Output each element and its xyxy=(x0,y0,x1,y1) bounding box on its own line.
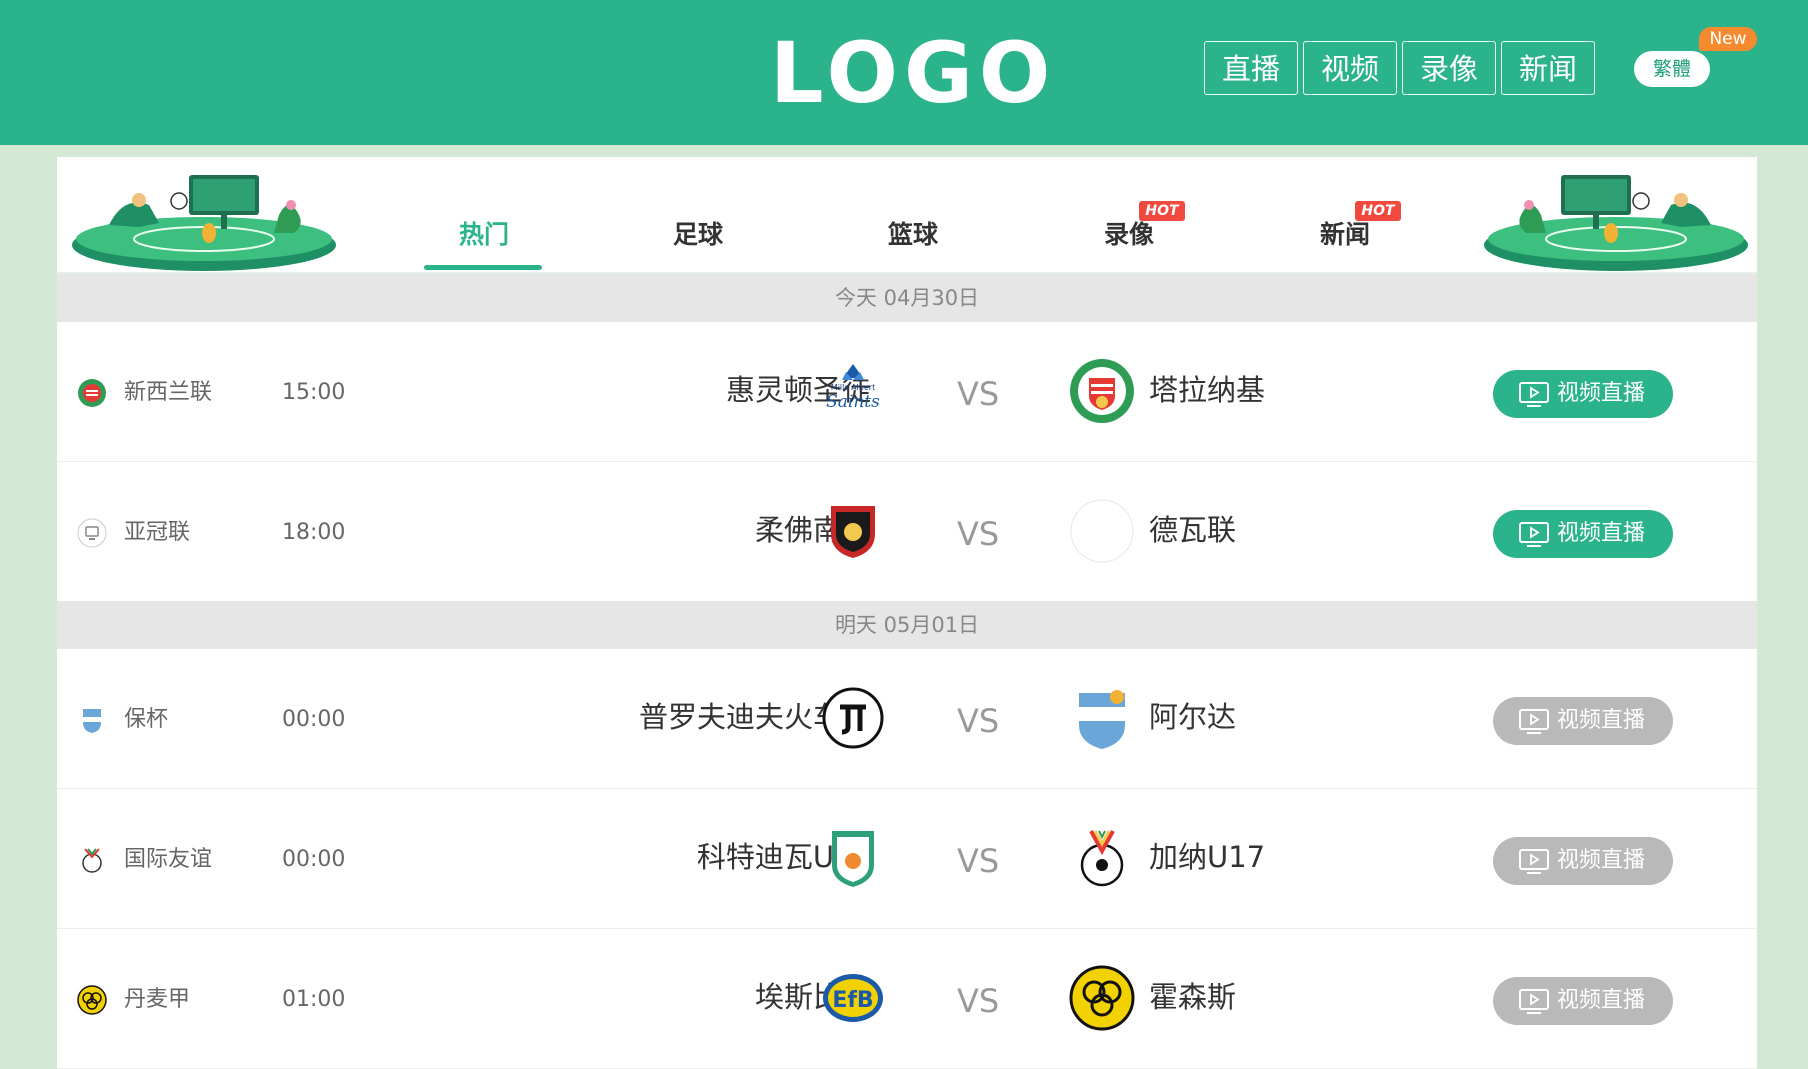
date-header: 今天 04月30日 xyxy=(57,274,1757,322)
vs-label: VS xyxy=(957,515,1000,553)
league-icon xyxy=(78,379,106,407)
league-name: 亚冠联 xyxy=(124,520,191,545)
team-crest-icon xyxy=(1070,499,1134,563)
hot-badge: HOT xyxy=(1139,201,1185,221)
svg-text:Saints: Saints xyxy=(826,392,880,412)
match-row: 新西兰联 15:00 惠灵顿圣徒 Mills Albert Saints VS … xyxy=(57,322,1757,462)
tab-basketball[interactable]: 篮球 xyxy=(853,215,973,275)
vs-label: VS xyxy=(957,842,1000,880)
match-row: 丹麦甲 01:00 埃斯比约 EfB VS 霍森斯 视频直播 xyxy=(57,929,1757,1069)
league-icon xyxy=(77,518,107,548)
tab-hot[interactable]: 热门 xyxy=(424,215,544,275)
team-crest-icon xyxy=(1069,965,1135,1031)
active-tab-underline xyxy=(424,265,542,270)
vs-label: VS xyxy=(957,702,1000,740)
category-tab-bar: 热门 足球 篮球 HOT 录像 HOT 新闻 xyxy=(57,157,1757,274)
nav-news[interactable]: 新闻 xyxy=(1501,41,1595,95)
tab-football[interactable]: 足球 xyxy=(638,215,758,275)
date-header: 明天 05月01日 xyxy=(57,601,1757,649)
site-logo[interactable]: LOGO xyxy=(770,28,1050,118)
tv-play-icon xyxy=(1519,989,1549,1014)
hot-badge: HOT xyxy=(1355,201,1401,221)
svg-text:Mills Albert: Mills Albert xyxy=(831,383,875,392)
tv-play-icon xyxy=(1519,849,1549,874)
kickoff-time: 18:00 xyxy=(282,520,346,545)
tab-news[interactable]: HOT 新闻 xyxy=(1285,201,1405,275)
kickoff-time: 00:00 xyxy=(282,847,346,872)
stadium-illustration-icon xyxy=(1484,175,1748,271)
watch-live-button[interactable]: 视频直播 xyxy=(1493,510,1673,558)
team-crest-icon xyxy=(822,687,884,749)
match-row: 保杯 00:00 普罗夫迪夫火车头 VS 阿尔达 视频直播 xyxy=(57,649,1757,789)
league-name: 新西兰联 xyxy=(124,380,213,405)
league-icon xyxy=(82,848,102,873)
vs-label: VS xyxy=(957,982,1000,1020)
league-icon xyxy=(83,709,101,733)
watch-live-button[interactable]: 视频直播 xyxy=(1493,837,1673,885)
match-row: 国际友谊 00:00 科特迪瓦U17 VS 加纳U17 视频直播 xyxy=(57,789,1757,929)
team-crest-icon: Mills Albert Saints xyxy=(826,364,880,412)
team-crest-icon xyxy=(1070,359,1134,423)
team-crest-icon xyxy=(1079,690,1125,749)
away-team-name[interactable]: 阿尔达 xyxy=(1149,697,1236,737)
traditional-chinese-button[interactable]: 繁體 xyxy=(1634,51,1710,87)
team-crest-icon xyxy=(1080,830,1124,887)
stadium-illustration-icon xyxy=(72,175,336,271)
team-crest-icon: EfB xyxy=(823,974,883,1022)
watch-live-button[interactable]: 视频直播 xyxy=(1493,977,1673,1025)
league-name: 国际友谊 xyxy=(124,847,213,872)
tv-play-icon xyxy=(1519,709,1549,734)
away-team-name[interactable]: 德瓦联 xyxy=(1149,510,1236,550)
watch-live-button[interactable]: 视频直播 xyxy=(1493,370,1673,418)
league-name: 丹麦甲 xyxy=(124,987,191,1012)
vs-label: VS xyxy=(957,375,1000,413)
nav-live[interactable]: 直播 xyxy=(1204,41,1298,95)
team-crest-icon xyxy=(831,506,875,558)
tv-play-icon xyxy=(1519,522,1549,547)
kickoff-time: 00:00 xyxy=(282,707,346,732)
svg-text:EfB: EfB xyxy=(832,988,873,1013)
away-team-name[interactable]: 霍森斯 xyxy=(1149,977,1236,1017)
team-crest-icon xyxy=(832,831,874,887)
kickoff-time: 01:00 xyxy=(282,987,346,1012)
league-name: 保杯 xyxy=(124,707,169,732)
away-team-name[interactable]: 加纳U17 xyxy=(1149,837,1265,877)
league-icon xyxy=(77,985,107,1015)
top-nav: 直播 视频 录像 新闻 xyxy=(1204,41,1595,97)
nav-video[interactable]: 视频 xyxy=(1303,41,1397,95)
tv-play-icon xyxy=(1519,382,1549,407)
main-panel: 热门 足球 篮球 HOT 录像 HOT 新闻 今天 04月30日 新西兰联 15… xyxy=(57,157,1757,1069)
nav-replay[interactable]: 录像 xyxy=(1402,41,1496,95)
match-row: 亚冠联 18:00 柔佛南虎 VS 德瓦联 视频直播 xyxy=(57,462,1757,602)
tab-replay[interactable]: HOT 录像 xyxy=(1069,201,1189,275)
watch-live-button[interactable]: 视频直播 xyxy=(1493,697,1673,745)
kickoff-time: 15:00 xyxy=(282,380,346,405)
top-header: LOGO 直播 视频 录像 新闻 繁體 New xyxy=(0,0,1808,145)
new-badge: New xyxy=(1699,27,1757,51)
away-team-name[interactable]: 塔拉纳基 xyxy=(1149,370,1265,410)
